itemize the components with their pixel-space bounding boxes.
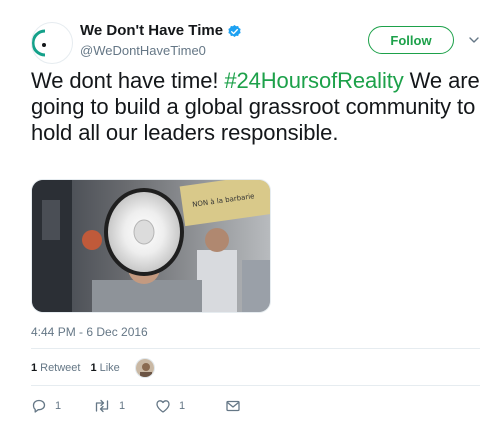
retweet-count: 1 <box>119 400 126 412</box>
retweet-icon <box>95 399 109 413</box>
heart-icon <box>156 400 170 413</box>
verified-badge-icon <box>228 24 241 37</box>
envelope-icon <box>226 400 240 412</box>
reply-count: 1 <box>55 400 62 412</box>
megaphone-photo-image: NON à la barbarie <box>32 180 270 312</box>
chevron-down-icon[interactable] <box>468 34 480 46</box>
display-name-row[interactable]: We Don't Have Time <box>80 22 242 40</box>
likes-label: Like <box>99 362 120 374</box>
brand-logo-icon <box>32 29 46 57</box>
retweets-label: Retweet <box>40 362 81 374</box>
hashtag-link[interactable]: #24HoursofReality <box>224 68 403 93</box>
engagement-stats: 1 Retweet 1 Like <box>31 362 130 374</box>
reply-action[interactable]: 1 <box>31 398 93 414</box>
retweet-action[interactable]: 1 <box>93 398 155 414</box>
tweet-actions: 1 1 1 <box>31 398 241 414</box>
tweet-text-before: We dont have time! <box>31 68 225 93</box>
likes-count: 1 <box>90 362 97 374</box>
retweets-count: 1 <box>31 362 38 374</box>
reply-icon <box>32 399 46 413</box>
account-handle[interactable]: @WeDontHaveTime0 <box>80 43 242 59</box>
display-name[interactable]: We Don't Have Time <box>80 22 223 40</box>
follow-button[interactable]: Follow <box>368 26 454 54</box>
direct-message-action[interactable] <box>225 398 241 414</box>
tweet-text: We dont have time! #24HoursofReality We … <box>31 68 481 146</box>
divider-top <box>31 348 480 349</box>
like-action[interactable]: 1 <box>155 398 225 414</box>
user-avatar-image <box>136 359 154 377</box>
retweets-stat[interactable]: 1 Retweet <box>31 362 80 374</box>
account-avatar[interactable] <box>31 22 73 64</box>
account-info: We Don't Have Time @WeDontHaveTime0 <box>80 22 242 59</box>
likes-stat[interactable]: 1 Like <box>90 362 119 374</box>
tweet-timestamp[interactable]: 4:44 PM - 6 Dec 2016 <box>31 325 148 339</box>
like-count: 1 <box>179 400 186 412</box>
divider-bottom <box>31 385 480 386</box>
liker-avatar[interactable] <box>135 358 155 378</box>
tweet-photo[interactable]: NON à la barbarie <box>31 179 271 313</box>
